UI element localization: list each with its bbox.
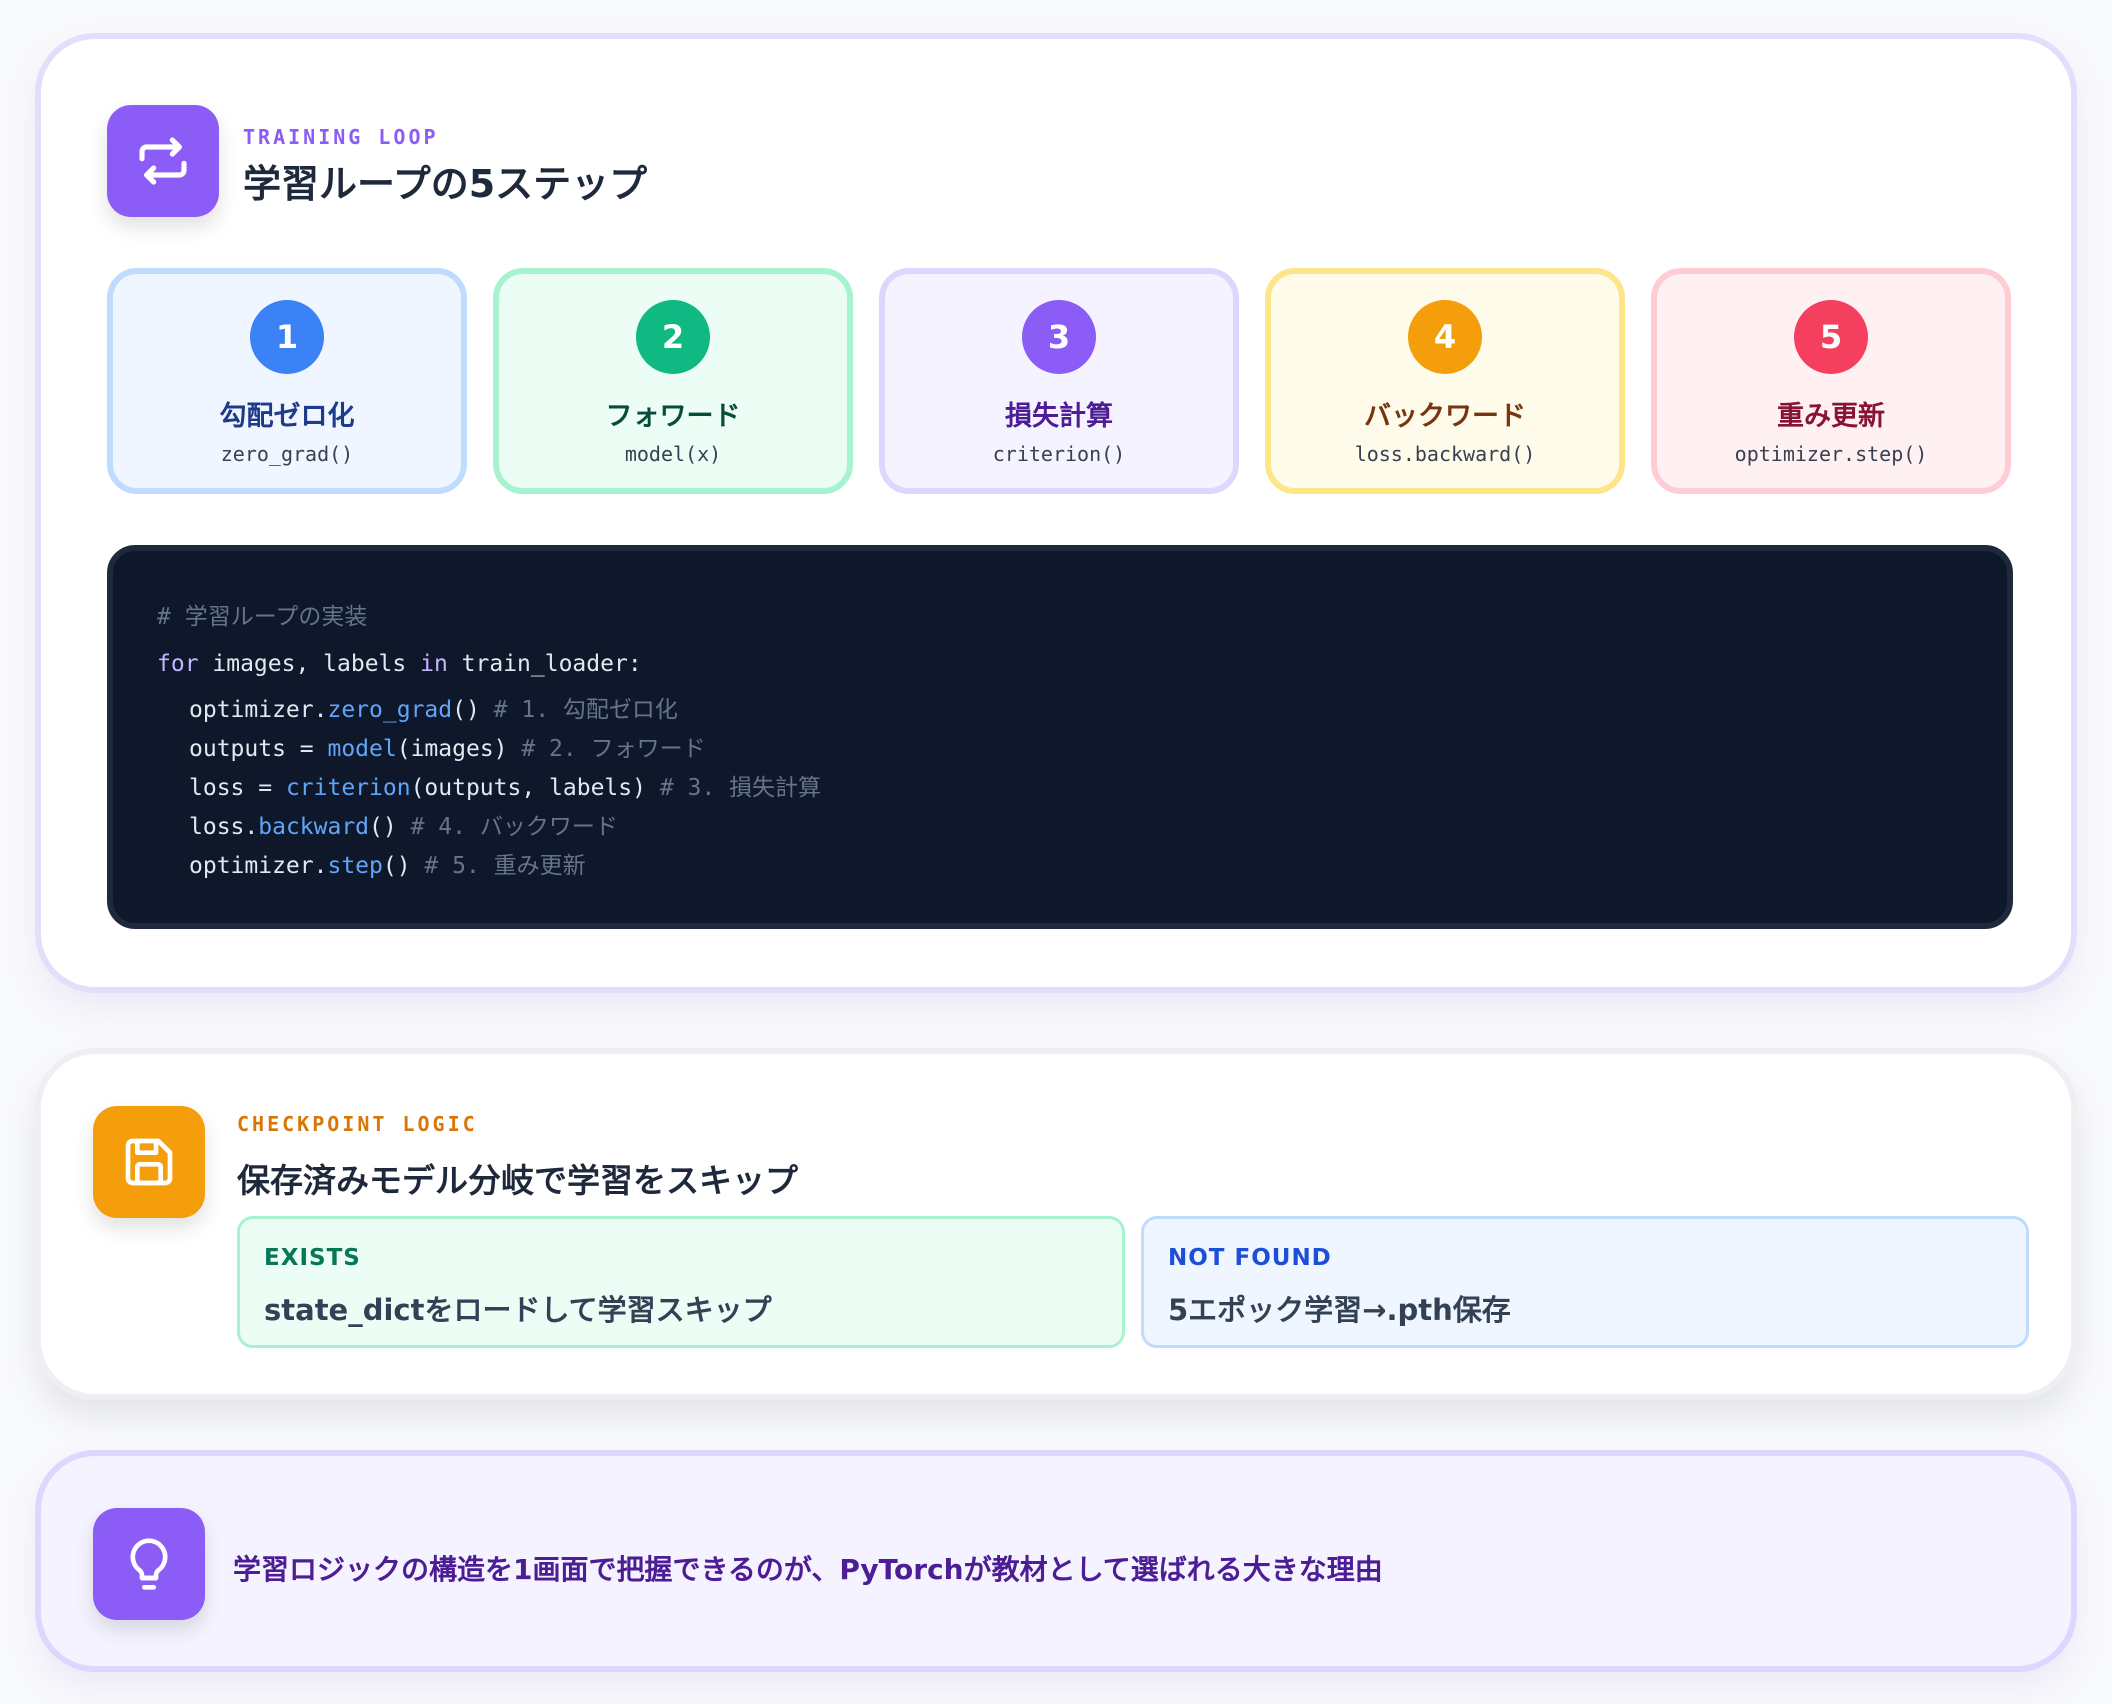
- code-line-2: outputs = model(images) # 2. フォワード: [189, 729, 706, 763]
- branch-label: EXISTS: [264, 1245, 361, 1271]
- code-text: (images): [396, 736, 508, 762]
- training-loop-card: TRAINING LOOP 学習ループの5ステップ 1 勾配ゼロ化 zero_g…: [35, 33, 2077, 993]
- code-line-4: loss.backward() # 4. バックワード: [189, 807, 618, 841]
- code-line-1: optimizer.zero_grad() # 1. 勾配ゼロ化: [189, 690, 678, 724]
- code-function: model: [327, 736, 397, 762]
- code-text: train_loader:: [447, 651, 642, 677]
- code-line-3: loss = criterion(outputs, labels) # 3. 損…: [189, 768, 821, 802]
- code-line-5: optimizer.step() # 5. 重み更新: [189, 846, 586, 880]
- code-text: (): [452, 697, 480, 723]
- code-text: outputs =: [189, 736, 328, 762]
- step-title: 重み更新: [1777, 401, 1885, 432]
- step-function: criterion(): [992, 442, 1126, 466]
- branch-exists: EXISTS state_dictをロードして学習スキップ: [237, 1216, 1125, 1348]
- section-eyebrow: TRAINING LOOP: [243, 125, 439, 149]
- code-comment: # 3. 損失計算: [645, 775, 822, 801]
- code-function: step: [327, 853, 383, 879]
- section-eyebrow: CHECKPOINT LOGIC: [237, 1112, 478, 1136]
- section-title: 保存済みモデル分岐で学習をスキップ: [237, 1161, 798, 1200]
- code-text: loss =: [189, 775, 286, 801]
- step-card-5: 5 重み更新 optimizer.step(): [1651, 268, 2011, 494]
- step-card-1: 1 勾配ゼロ化 zero_grad(): [107, 268, 467, 494]
- code-text: loss.: [189, 814, 259, 840]
- code-text: images, labels: [198, 651, 421, 677]
- code-text: (outputs, labels): [410, 775, 646, 801]
- section-title: 学習ループの5ステップ: [243, 162, 648, 206]
- step-card-4: 4 バックワード loss.backward(): [1265, 268, 1625, 494]
- step-number-badge: 1: [250, 300, 324, 374]
- branch-text: 5エポック学習→.pth保存: [1168, 1293, 1511, 1327]
- code-keyword: for: [157, 651, 199, 677]
- code-comment: # 4. バックワード: [396, 814, 618, 840]
- step-function: zero_grad(): [220, 442, 354, 466]
- code-function: zero_grad: [327, 697, 453, 723]
- code-function: criterion: [285, 775, 411, 801]
- step-number-badge: 4: [1408, 300, 1482, 374]
- branch-not-found: NOT FOUND 5エポック学習→.pth保存: [1141, 1216, 2029, 1348]
- branch-text: state_dictをロードして学習スキップ: [264, 1293, 772, 1327]
- code-function: backward: [258, 814, 370, 840]
- step-function: optimizer.step(): [1734, 442, 1928, 466]
- step-function: loss.backward(): [1354, 442, 1536, 466]
- checkpoint-card: CHECKPOINT LOGIC 保存済みモデル分岐で学習をスキップ EXIST…: [35, 1048, 2077, 1400]
- step-card-3: 3 損失計算 criterion(): [879, 268, 1239, 494]
- step-number-badge: 3: [1022, 300, 1096, 374]
- repeat-icon: [107, 105, 219, 217]
- code-text: optimizer.: [189, 853, 328, 879]
- step-number-badge: 2: [636, 300, 710, 374]
- code-keyword: in: [420, 651, 448, 677]
- code-comment-header: # 学習ループの実装: [157, 604, 368, 630]
- save-icon: [93, 1106, 205, 1218]
- code-comment: # 2. フォワード: [507, 736, 706, 762]
- lightbulb-icon: [93, 1508, 205, 1620]
- code-comment: # 1. 勾配ゼロ化: [479, 697, 678, 723]
- step-title: フォワード: [605, 401, 741, 432]
- code-text: (): [382, 853, 411, 879]
- code-line-for: for images, labels in train_loader:: [157, 651, 642, 677]
- step-card-2: 2 フォワード model(x): [493, 268, 853, 494]
- step-function: model(x): [624, 442, 722, 466]
- code-comment: # 5. 重み更新: [410, 853, 586, 879]
- code-text: (): [369, 814, 397, 840]
- step-title: バックワード: [1364, 401, 1526, 432]
- step-number-badge: 5: [1794, 300, 1868, 374]
- code-block: # 学習ループの実装 for images, labels in train_l…: [107, 545, 2013, 929]
- tip-text: 学習ロジックの構造を1画面で把握できるのが、PyTorchが教材として選ばれる大…: [233, 1553, 1383, 1586]
- step-title: 損失計算: [1005, 401, 1113, 432]
- code-text: optimizer.: [189, 697, 328, 723]
- tip-card: 学習ロジックの構造を1画面で把握できるのが、PyTorchが教材として選ばれる大…: [35, 1450, 2077, 1672]
- step-title: 勾配ゼロ化: [219, 401, 355, 432]
- branch-label: NOT FOUND: [1168, 1245, 1332, 1271]
